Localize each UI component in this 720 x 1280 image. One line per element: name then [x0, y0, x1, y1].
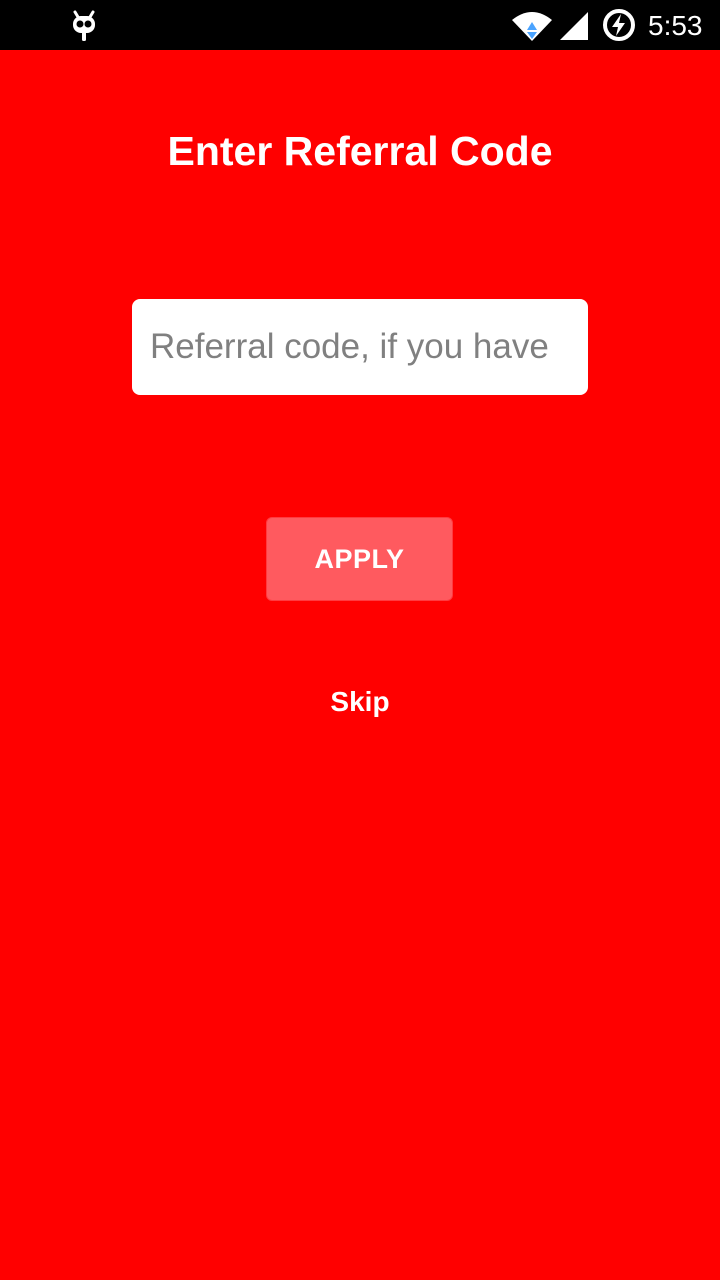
- cyanogen-robot-icon: [73, 10, 95, 41]
- skip-link[interactable]: Skip: [310, 680, 410, 724]
- page-title: Enter Referral Code: [167, 128, 553, 174]
- battery-charging-icon: [603, 9, 635, 41]
- referral-code-input[interactable]: [132, 299, 588, 395]
- signal-icon: [560, 12, 588, 40]
- status-clock: 5:53: [648, 10, 703, 41]
- wifi-icon: [512, 12, 552, 41]
- apply-button[interactable]: APPLY: [266, 517, 453, 601]
- status-bar: 5:53: [0, 0, 720, 50]
